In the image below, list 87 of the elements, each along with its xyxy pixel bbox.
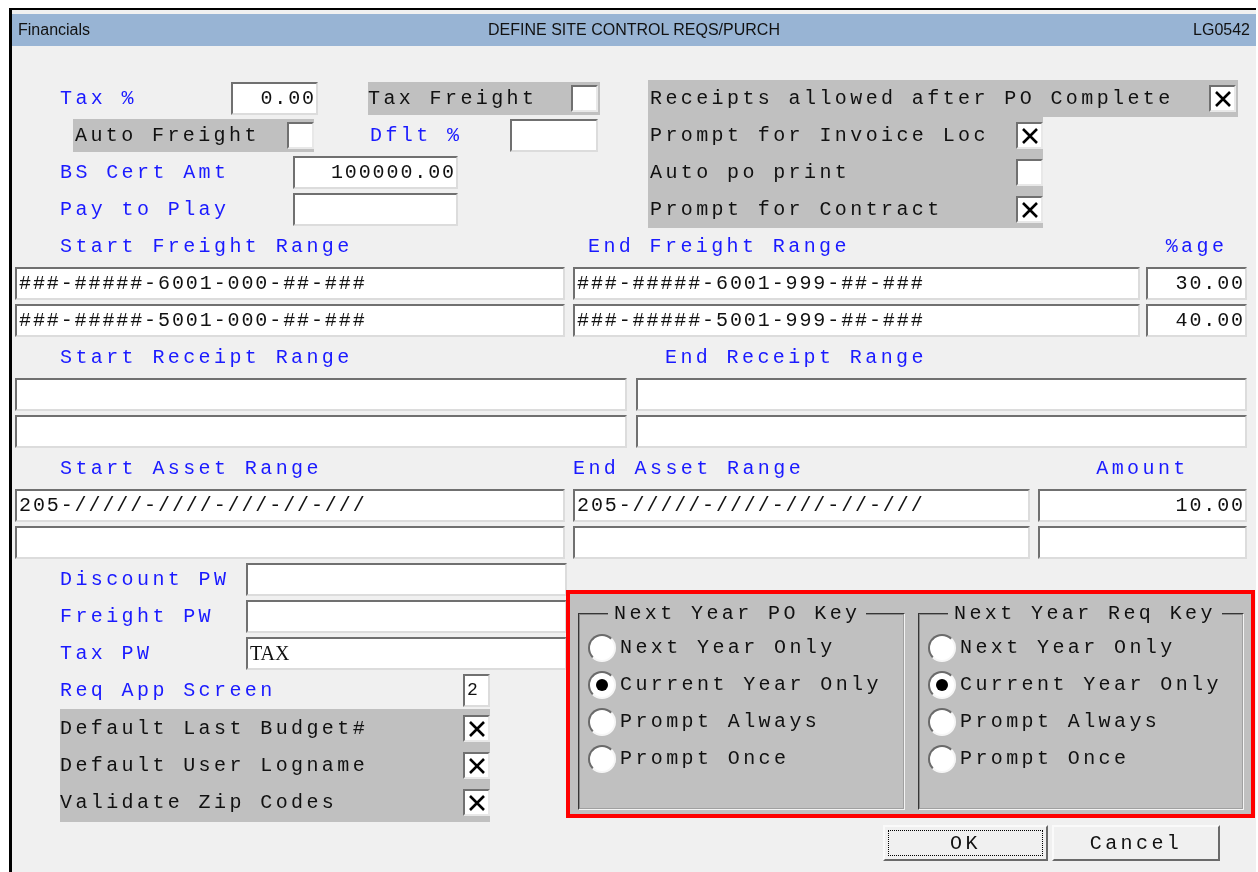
- column-header: End Freight Range: [587, 235, 851, 258]
- x-mark-icon: [467, 756, 486, 775]
- radio-label: Prompt Once: [620, 747, 790, 770]
- radio-label: Prompt Always: [960, 710, 1161, 733]
- app-name: Financials: [18, 21, 92, 39]
- text-field[interactable]: [15, 378, 627, 411]
- text-field[interactable]: [293, 193, 458, 226]
- radio-button[interactable]: [928, 744, 956, 773]
- field-label: Req App Screen: [60, 679, 277, 702]
- column-header: Start Asset Range: [59, 457, 323, 480]
- text-field[interactable]: [636, 415, 1247, 448]
- radio-button[interactable]: [588, 633, 616, 662]
- column-header: Start Freight Range: [59, 235, 354, 258]
- checkbox-label: Validate Zip Codes: [60, 791, 338, 814]
- column-header: Amount: [1095, 457, 1190, 480]
- text-field[interactable]: [246, 563, 567, 596]
- window-title: DEFINE SITE CONTROL REQS/PURCH: [488, 21, 780, 39]
- x-mark-icon: [1020, 126, 1039, 145]
- text-field[interactable]: [1038, 526, 1247, 559]
- checkbox[interactable]: [1209, 85, 1236, 112]
- checkbox-label: Auto Freight: [75, 124, 260, 147]
- field-label: Pay to Play: [60, 198, 231, 221]
- radio-label: Current Year Only: [620, 673, 882, 696]
- checkbox[interactable]: [1016, 159, 1043, 186]
- checkbox[interactable]: [463, 752, 490, 779]
- text-field[interactable]: TAX: [246, 637, 567, 670]
- checkbox[interactable]: [463, 789, 490, 816]
- radio-button[interactable]: [588, 707, 616, 736]
- radio-button[interactable]: [928, 633, 956, 662]
- text-field[interactable]: [510, 119, 598, 152]
- checkbox-label: Auto po print: [650, 161, 851, 184]
- group-title: Next Year PO Key: [613, 602, 862, 625]
- column-header: %age: [1164, 235, 1229, 258]
- text-field[interactable]: [15, 526, 565, 559]
- radio-label: Prompt Always: [620, 710, 821, 733]
- column-header: End Asset Range: [573, 457, 806, 480]
- text-field[interactable]: 205-/////-////-///-//-///: [15, 489, 565, 522]
- radio-button[interactable]: [588, 670, 616, 699]
- checkbox[interactable]: [571, 85, 598, 112]
- text-field[interactable]: [636, 378, 1247, 411]
- text-field[interactable]: 205-/////-////-///-//-///: [573, 489, 1030, 522]
- text-field[interactable]: [573, 526, 1030, 559]
- x-mark-icon: [1020, 200, 1039, 219]
- radio-label: Current Year Only: [960, 673, 1222, 696]
- checkbox[interactable]: [287, 122, 314, 149]
- text-field[interactable]: 10.00: [1038, 489, 1247, 522]
- ok-button[interactable]: OK: [883, 825, 1048, 861]
- text-field[interactable]: 40.00: [1146, 304, 1247, 337]
- checkbox[interactable]: [1016, 122, 1043, 149]
- checkbox-label: Prompt for Invoice Loc: [650, 124, 989, 147]
- text-field[interactable]: 100000.00: [293, 156, 458, 189]
- field-label: Freight PW: [60, 605, 216, 628]
- screen-code: LG0542: [1192, 21, 1250, 39]
- text-field[interactable]: ###-#####-5001-000-##-###: [15, 304, 565, 337]
- text-field[interactable]: 30.00: [1146, 267, 1247, 300]
- group-title: Next Year Req Key: [953, 602, 1217, 625]
- text-field[interactable]: 0.00: [231, 82, 318, 115]
- radio-label: Next Year Only: [960, 636, 1176, 659]
- x-mark-icon: [1213, 89, 1232, 108]
- text-field[interactable]: 2: [463, 674, 490, 707]
- field-label: Dflt %: [370, 124, 464, 147]
- radio-button[interactable]: [928, 670, 956, 699]
- checkbox-label: Tax Freight: [368, 87, 538, 110]
- field-label: BS Cert Amt: [60, 161, 231, 184]
- checkbox[interactable]: [1016, 196, 1043, 223]
- text-field[interactable]: [246, 600, 567, 633]
- cancel-button[interactable]: Cancel: [1052, 825, 1220, 861]
- checkbox-label: Default Last Budget#: [60, 717, 369, 740]
- text-field[interactable]: [15, 415, 627, 448]
- text-field[interactable]: ###-#####-6001-000-##-###: [15, 267, 565, 300]
- checkbox-label: Receipts allowed after PO Complete: [650, 87, 1174, 110]
- x-mark-icon: [467, 793, 486, 812]
- field-label: Tax PW: [60, 642, 154, 665]
- radio-label: Next Year Only: [620, 636, 836, 659]
- field-label: Discount PW: [60, 568, 231, 591]
- radio-button[interactable]: [928, 707, 956, 736]
- text-field[interactable]: ###-#####-5001-999-##-###: [573, 304, 1140, 337]
- text-field[interactable]: ###-#####-6001-999-##-###: [573, 267, 1140, 300]
- column-header: End Receipt Range: [664, 346, 928, 369]
- radio-button[interactable]: [588, 744, 616, 773]
- column-header: Start Receipt Range: [59, 346, 354, 369]
- checkbox[interactable]: [463, 715, 490, 742]
- x-mark-icon: [467, 719, 486, 738]
- radio-label: Prompt Once: [960, 747, 1130, 770]
- field-label: Tax %: [60, 87, 138, 110]
- checkbox-label: Default User Logname: [60, 754, 369, 777]
- checkbox-label: Prompt for Contract: [650, 198, 943, 221]
